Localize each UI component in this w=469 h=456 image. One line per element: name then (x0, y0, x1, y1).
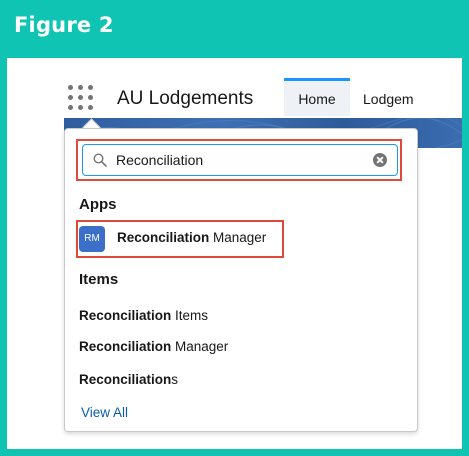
clear-icon[interactable] (373, 153, 387, 167)
search-box[interactable] (82, 144, 398, 176)
search-dropdown: Apps RM Reconciliation Manager Items Rec… (64, 128, 418, 432)
item-result[interactable]: Reconciliations (79, 372, 178, 387)
figure-title: Figure 2 (14, 13, 114, 37)
search-icon (93, 153, 107, 167)
screenshot-panel: AU Lodgements Home Lodgem Apps RM Reconc… (7, 58, 462, 449)
app-tile-icon: RM (79, 226, 105, 252)
item-result[interactable]: Reconciliation Manager (79, 339, 228, 354)
tab-lodgements[interactable]: Lodgem (363, 78, 414, 116)
app-launcher-icon[interactable] (68, 85, 94, 111)
items-heading: Items (79, 271, 119, 288)
item-result[interactable]: Reconciliation Items (79, 308, 208, 323)
app-name: AU Lodgements (117, 88, 254, 109)
tab-home[interactable]: Home (284, 78, 350, 116)
view-all-link[interactable]: View All (81, 405, 128, 420)
apps-heading: Apps (79, 196, 117, 213)
app-result-label: Reconciliation Manager (117, 230, 267, 245)
search-input[interactable] (116, 150, 366, 170)
